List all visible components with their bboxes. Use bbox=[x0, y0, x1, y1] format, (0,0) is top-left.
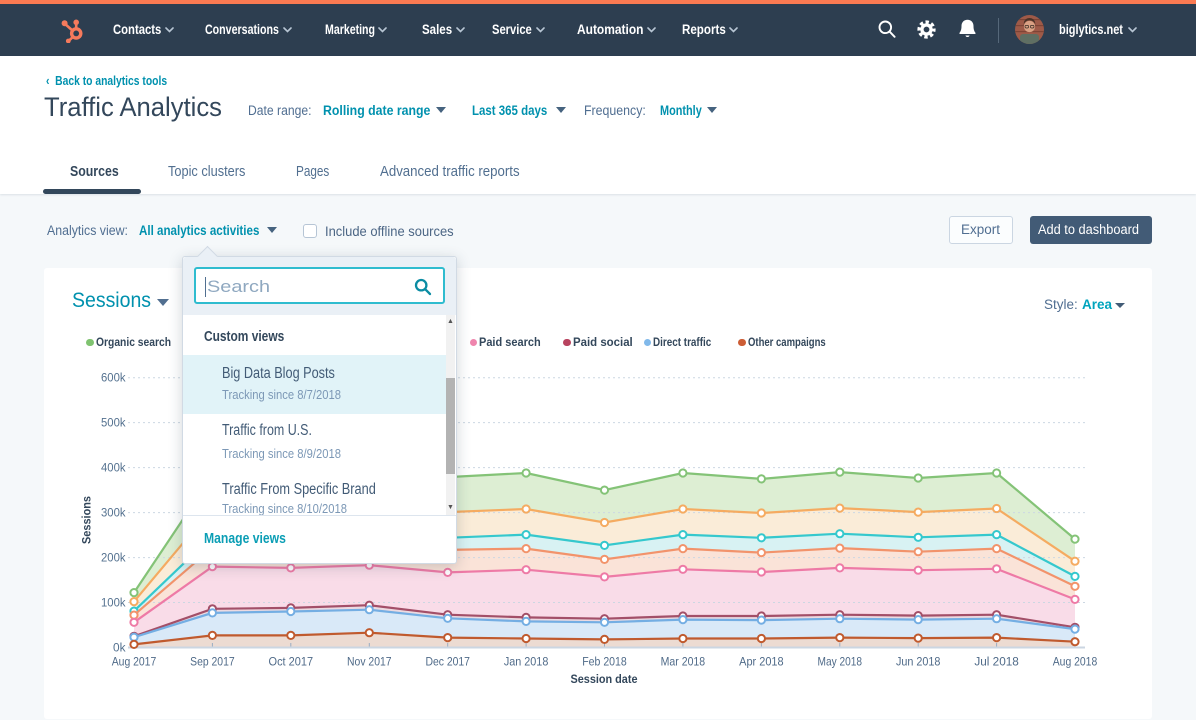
svg-text:Dec 2017: Dec 2017 bbox=[425, 655, 470, 669]
svg-text:Aug 2018: Aug 2018 bbox=[1053, 655, 1098, 669]
svg-text:Oct 2017: Oct 2017 bbox=[269, 655, 314, 669]
svg-text:300k: 300k bbox=[101, 508, 126, 520]
svg-text:Aug 2017: Aug 2017 bbox=[112, 655, 157, 669]
svg-text:Jul 2018: Jul 2018 bbox=[974, 655, 1019, 669]
svg-text:0k: 0k bbox=[113, 643, 126, 655]
svg-text:Mar 2018: Mar 2018 bbox=[661, 655, 706, 669]
svg-text:May 2018: May 2018 bbox=[818, 655, 863, 669]
svg-text:Jun 2018: Jun 2018 bbox=[896, 655, 941, 669]
svg-text:100k: 100k bbox=[101, 598, 126, 610]
svg-text:200k: 200k bbox=[101, 553, 126, 565]
svg-text:Jan 2018: Jan 2018 bbox=[504, 655, 549, 669]
svg-text:Feb 2018: Feb 2018 bbox=[582, 655, 627, 669]
svg-text:400k: 400k bbox=[101, 463, 126, 475]
svg-text:Nov 2017: Nov 2017 bbox=[347, 655, 392, 669]
svg-text:600k: 600k bbox=[101, 373, 126, 385]
svg-text:Session date: Session date bbox=[571, 674, 638, 686]
svg-text:500k: 500k bbox=[101, 418, 126, 430]
svg-text:Apr 2018: Apr 2018 bbox=[739, 655, 784, 669]
svg-text:Sep 2017: Sep 2017 bbox=[190, 655, 235, 669]
svg-text:Sessions: Sessions bbox=[82, 496, 94, 544]
